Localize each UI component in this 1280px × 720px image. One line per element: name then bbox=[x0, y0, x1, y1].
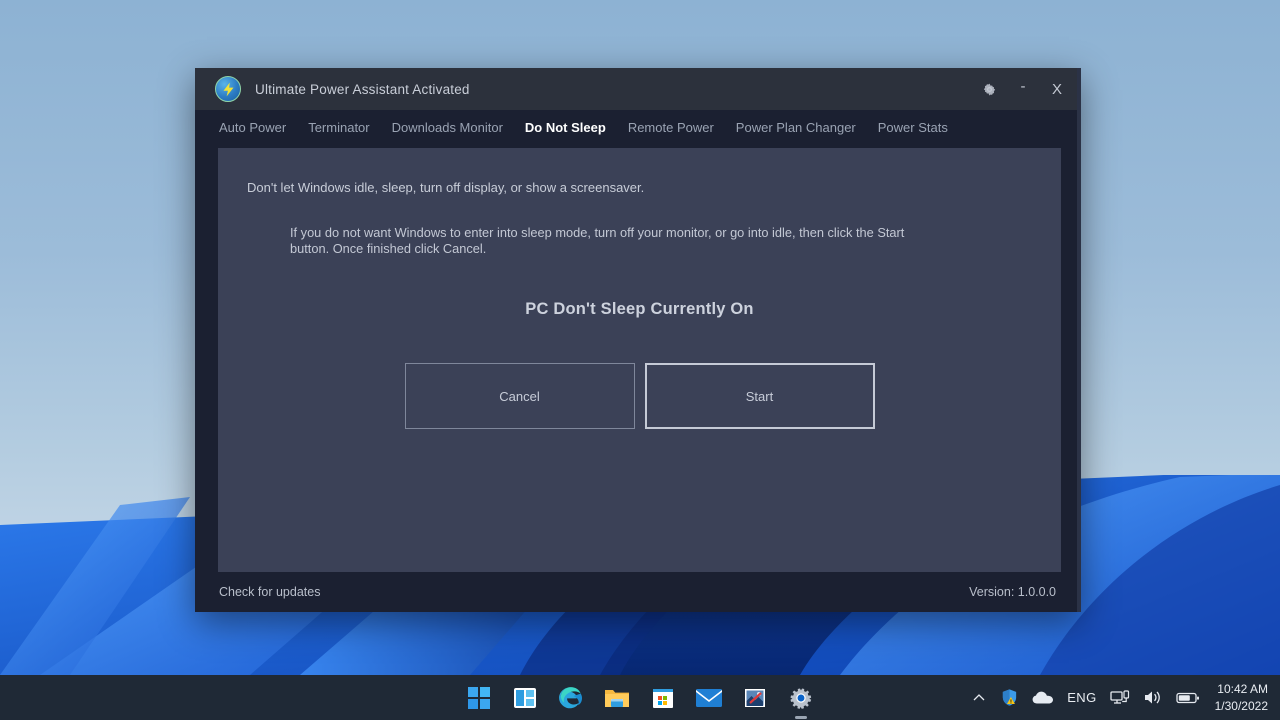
file-explorer-icon[interactable] bbox=[601, 682, 633, 714]
window-controls: - X bbox=[973, 68, 1073, 110]
gear-icon[interactable] bbox=[973, 73, 1005, 105]
photos-icon[interactable] bbox=[739, 682, 771, 714]
content-panel: Don't let Windows idle, sleep, turn off … bbox=[218, 148, 1061, 572]
window-title: Ultimate Power Assistant Activated bbox=[255, 81, 470, 97]
version-label: Version: 1.0.0.0 bbox=[969, 585, 1056, 599]
running-app-indicator bbox=[795, 715, 807, 719]
action-button-row: Cancel Start bbox=[218, 363, 1061, 429]
system-tray: ENG 10:42 AM 1/30/2022 bbox=[971, 681, 1268, 713]
instruction-text: If you do not want Windows to enter into… bbox=[290, 225, 905, 257]
cancel-button[interactable]: Cancel bbox=[404, 363, 635, 429]
tab-auto-power[interactable]: Auto Power bbox=[219, 120, 286, 135]
start-icon[interactable] bbox=[463, 682, 495, 714]
speaker-icon[interactable] bbox=[1143, 689, 1163, 706]
battery-icon[interactable] bbox=[1175, 691, 1200, 705]
tab-do-not-sleep[interactable]: Do Not Sleep bbox=[525, 120, 606, 135]
clock-date: 1/30/2022 bbox=[1214, 698, 1268, 713]
start-button[interactable]: Start bbox=[644, 363, 875, 429]
minimize-button[interactable]: - bbox=[1007, 73, 1039, 105]
settings-gear-icon[interactable] bbox=[785, 682, 817, 719]
close-button[interactable]: X bbox=[1041, 73, 1073, 105]
title-bar[interactable]: Ultimate Power Assistant Activated - X bbox=[195, 68, 1081, 110]
chevron-up-icon[interactable] bbox=[971, 690, 987, 706]
cloud-icon[interactable] bbox=[1032, 690, 1054, 705]
clock[interactable]: 10:42 AM 1/30/2022 bbox=[1215, 681, 1268, 713]
tab-remote-power[interactable]: Remote Power bbox=[628, 120, 714, 135]
security-shield-warning-icon[interactable] bbox=[1000, 688, 1019, 707]
lightning-bolt-icon bbox=[215, 76, 241, 102]
widgets-icon[interactable] bbox=[509, 682, 541, 714]
check-for-updates-link[interactable]: Check for updates bbox=[219, 585, 320, 599]
microsoft-store-icon[interactable] bbox=[647, 682, 679, 714]
language-indicator[interactable]: ENG bbox=[1067, 690, 1096, 705]
tab-downloads-monitor[interactable]: Downloads Monitor bbox=[392, 120, 503, 135]
tab-power-stats[interactable]: Power Stats bbox=[878, 120, 948, 135]
footer-bar: Check for updates Version: 1.0.0.0 bbox=[195, 572, 1081, 612]
taskbar: ENG 10:42 AM 1/30/2022 bbox=[0, 675, 1280, 720]
clock-time: 10:42 AM bbox=[1217, 682, 1268, 697]
tab-bar: Auto Power Terminator Downloads Monitor … bbox=[195, 110, 1081, 144]
network-icon[interactable] bbox=[1109, 689, 1130, 706]
lead-description: Don't let Windows idle, sleep, turn off … bbox=[247, 180, 645, 195]
mail-icon[interactable] bbox=[693, 682, 725, 714]
status-heading: PC Don't Sleep Currently On bbox=[525, 300, 754, 318]
application-window: Ultimate Power Assistant Activated - X A… bbox=[195, 68, 1081, 612]
edge-icon[interactable] bbox=[555, 682, 587, 714]
window-edge-strip bbox=[1077, 68, 1081, 612]
tab-power-plan-changer[interactable]: Power Plan Changer bbox=[736, 120, 856, 135]
tab-terminator[interactable]: Terminator bbox=[308, 120, 369, 135]
